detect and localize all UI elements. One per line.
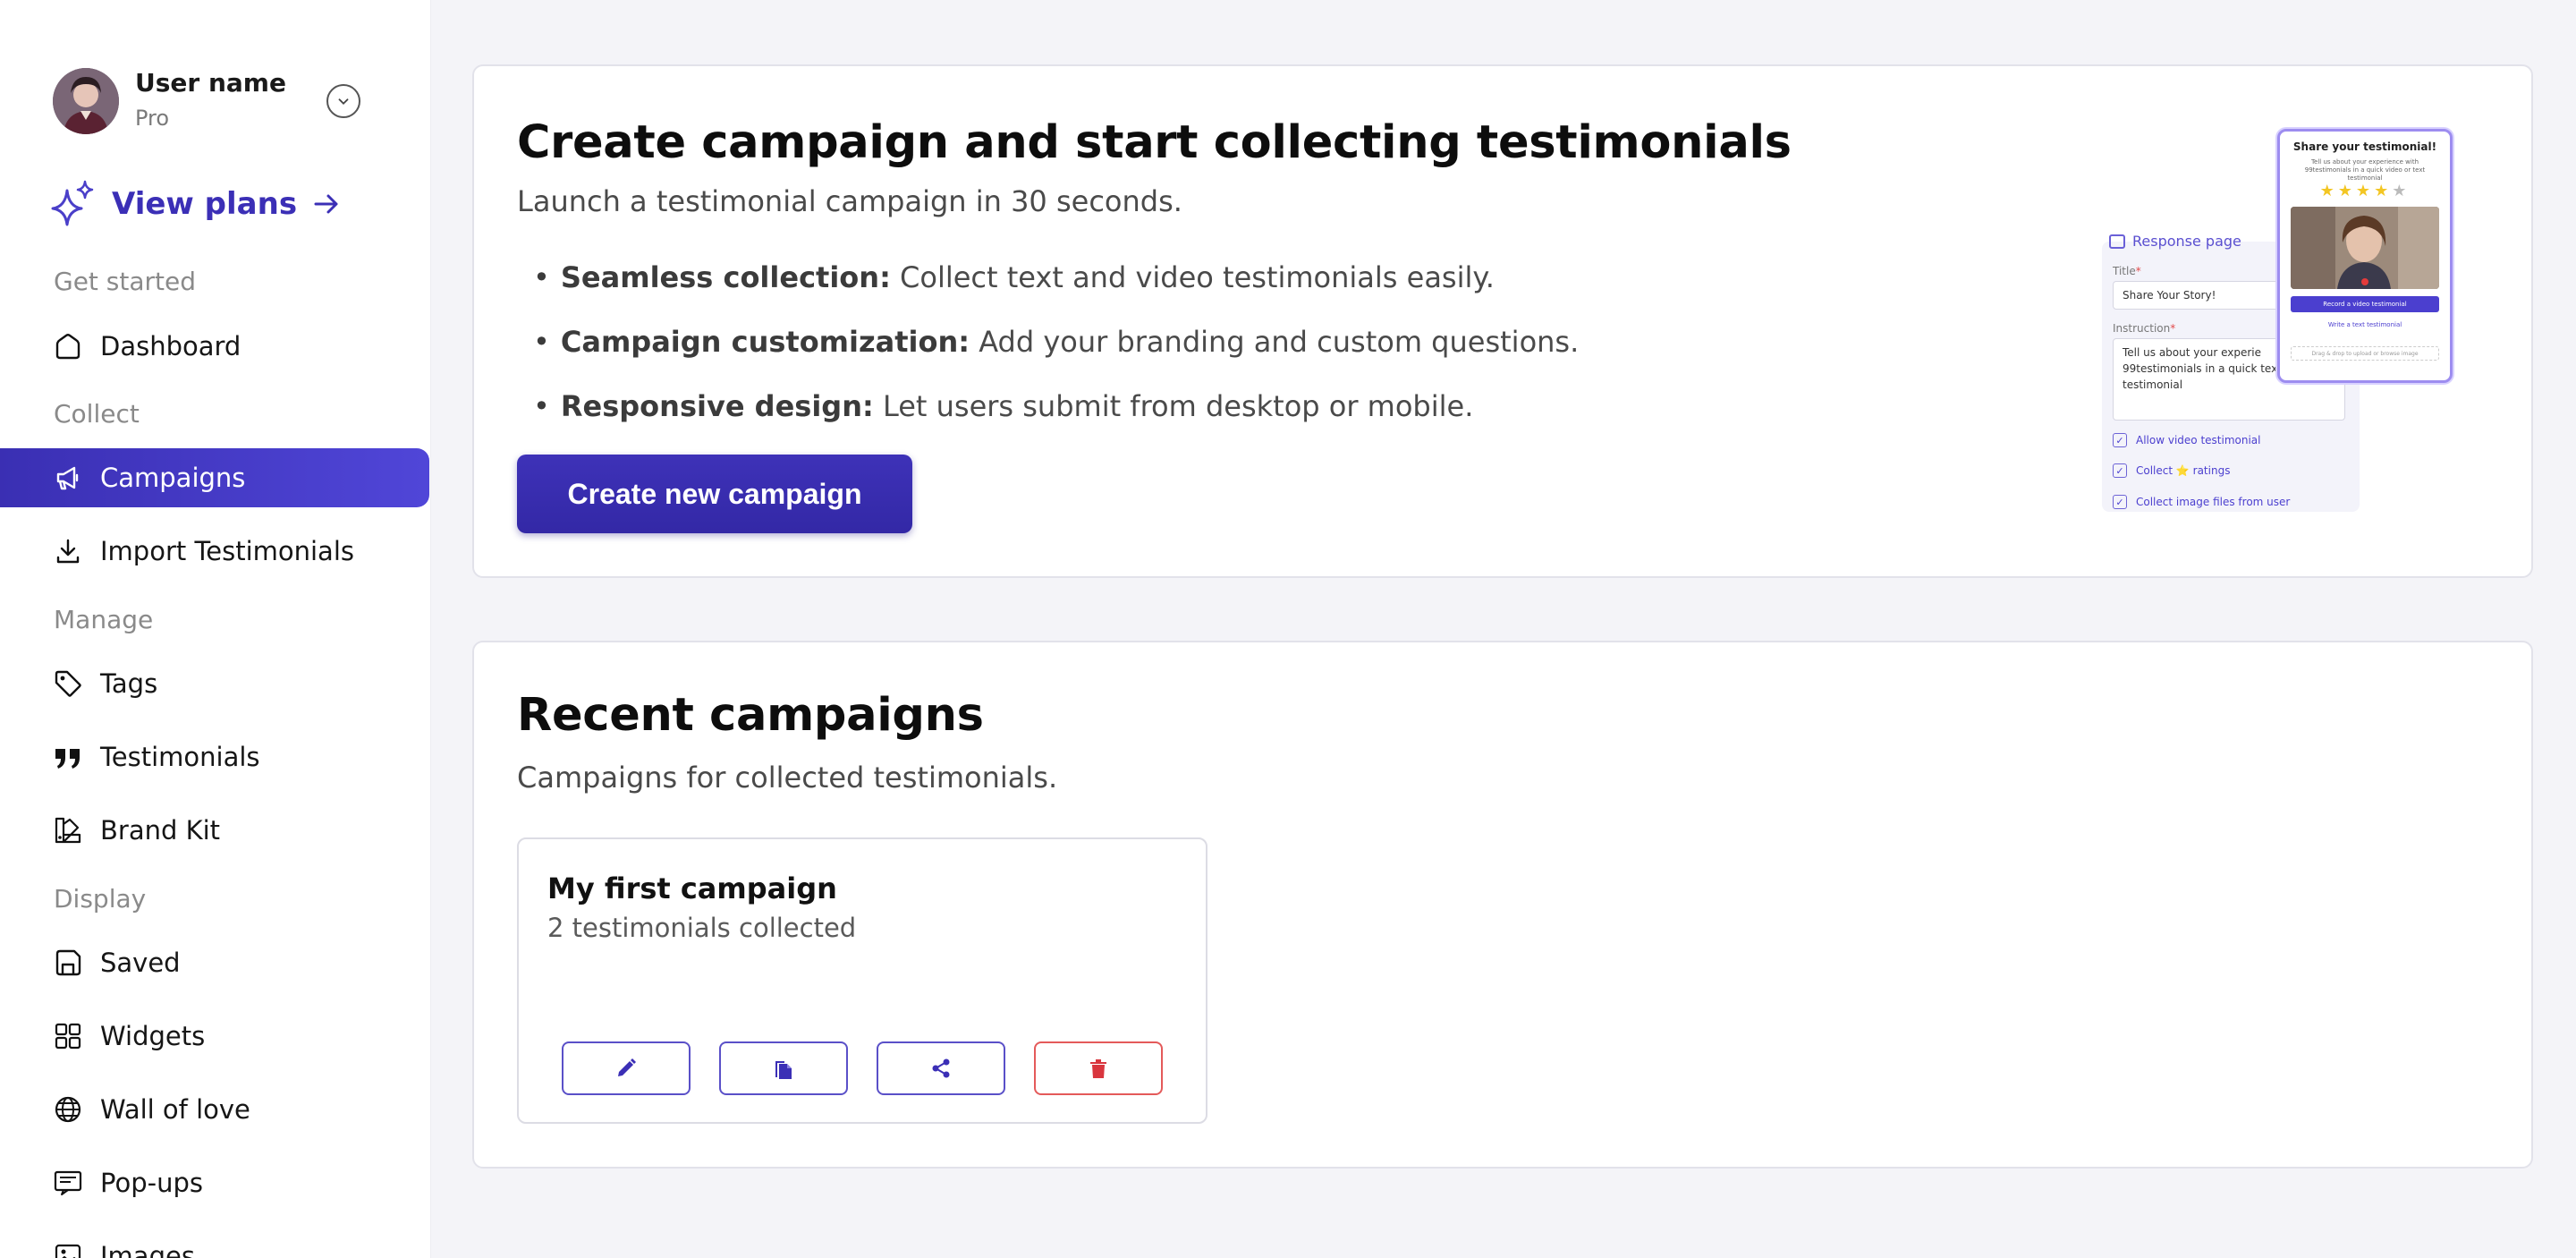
video-thumbnail xyxy=(2291,207,2439,289)
section-label-collect: Collect xyxy=(54,399,140,429)
user-profile[interactable]: User name Pro xyxy=(53,68,366,136)
title-label: Title* xyxy=(2113,265,2141,277)
sidebar-item-campaigns[interactable]: Campaigns xyxy=(0,448,429,507)
edit-campaign-button[interactable] xyxy=(562,1041,691,1095)
sidebar: User name Pro View plans Get started Das… xyxy=(0,0,431,1258)
popup-icon xyxy=(52,1167,84,1199)
sidebar-item-label: Tags xyxy=(100,668,158,699)
star-rating: ★★★★★ xyxy=(2280,182,2450,200)
star-filled-icon: ★ xyxy=(2337,182,2356,200)
user-name: User name xyxy=(135,68,286,98)
write-text-link: Write a text testimonial xyxy=(2327,321,2402,328)
widgets-icon xyxy=(52,1020,84,1052)
sidebar-item-brand-kit[interactable]: Brand Kit xyxy=(0,801,429,860)
sidebar-item-label: Saved xyxy=(100,948,181,978)
check-allow-video: ✓ Allow video testimonial xyxy=(2113,433,2260,447)
create-new-campaign-button[interactable]: Create new campaign xyxy=(517,455,912,533)
sidebar-item-label: Dashboard xyxy=(100,331,242,361)
feature-item: • Seamless collection: Collect text and v… xyxy=(533,260,1495,294)
star-empty-icon: ★ xyxy=(2392,182,2411,200)
user-plan: Pro xyxy=(135,106,170,131)
quote-icon xyxy=(52,741,84,773)
sidebar-item-label: Pop-ups xyxy=(100,1168,203,1198)
share-icon xyxy=(932,1058,950,1078)
download-icon xyxy=(52,535,84,567)
sidebar-item-testimonials[interactable]: Testimonials xyxy=(0,727,429,786)
response-page-header: Response page xyxy=(2109,233,2241,250)
brand-kit-icon xyxy=(52,814,84,846)
record-video-button: Record a video testimonial xyxy=(2291,296,2439,312)
globe-icon xyxy=(52,1093,84,1126)
feature-item: • Campaign customization: Add your brandi… xyxy=(533,325,1580,359)
campaign-name: My first campaign xyxy=(547,871,837,905)
recent-campaigns-subtitle: Campaigns for collected testimonials. xyxy=(517,761,1058,795)
avatar xyxy=(53,68,119,134)
campaign-testimonial-count: 2 testimonials collected xyxy=(547,913,857,943)
section-label-manage: Manage xyxy=(54,605,154,634)
create-campaign-card: Create campaign and start collecting tes… xyxy=(472,64,2533,578)
star-filled-icon: ★ xyxy=(2374,182,2393,200)
copy-icon xyxy=(775,1061,792,1079)
sidebar-item-images[interactable]: Images xyxy=(0,1227,429,1258)
share-campaign-button[interactable] xyxy=(877,1041,1005,1095)
sidebar-item-import-testimonials[interactable]: Import Testimonials xyxy=(0,522,429,581)
sidebar-item-label: Import Testimonials xyxy=(100,536,354,566)
check-collect-images: ✓ Collect image files from user xyxy=(2113,495,2290,509)
recent-campaigns-title: Recent campaigns xyxy=(517,689,984,742)
feature-list: • Seamless collection: Collect text and v… xyxy=(533,245,1579,438)
check-collect-ratings: ✓ Collect ⭐ ratings xyxy=(2113,463,2230,478)
sidebar-item-label: Images xyxy=(100,1241,195,1258)
sidebar-item-tags[interactable]: Tags xyxy=(0,654,429,713)
saved-icon xyxy=(52,947,84,979)
feature-item: • Responsive design: Let users submit fro… xyxy=(533,389,1474,423)
sidebar-item-widgets[interactable]: Widgets xyxy=(0,1007,429,1066)
trash-icon xyxy=(1090,1059,1106,1078)
recent-campaigns-card: Recent campaigns Campaigns for collected… xyxy=(472,641,2533,1169)
sidebar-item-dashboard[interactable]: Dashboard xyxy=(0,317,429,376)
sidebar-item-label: Campaigns xyxy=(100,463,246,493)
hero-subtitle: Launch a testimonial campaign in 30 seco… xyxy=(517,184,1182,218)
sidebar-item-label: Widgets xyxy=(100,1021,206,1051)
sidebar-item-label: Testimonials xyxy=(100,742,260,772)
message-icon xyxy=(2109,234,2125,249)
sidebar-item-label: Brand Kit xyxy=(100,815,221,846)
page-title: Create campaign and start collecting tes… xyxy=(517,116,1792,169)
duplicate-campaign-button[interactable] xyxy=(719,1041,848,1095)
tag-icon xyxy=(52,667,84,700)
instruction-label: Instruction* xyxy=(2113,322,2176,335)
pencil-icon xyxy=(618,1058,636,1076)
mobile-preview-title: Share your testimonial! xyxy=(2292,140,2437,153)
sidebar-item-wall-of-love[interactable]: Wall of love xyxy=(0,1080,429,1139)
image-icon xyxy=(52,1240,84,1258)
mobile-preview: Share your testimonial! Tell us about yo… xyxy=(2277,129,2453,383)
sidebar-item-saved[interactable]: Saved xyxy=(0,933,429,992)
mobile-preview-description: Tell us about your experience with 99tes… xyxy=(2304,158,2426,182)
campaign-card[interactable]: My first campaign 2 testimonials collect… xyxy=(517,837,1208,1124)
view-plans-label: View plans xyxy=(112,186,298,222)
image-dropzone: Drag & drop to upload or browse image xyxy=(2291,346,2439,361)
section-label-get-started: Get started xyxy=(54,267,197,296)
home-icon xyxy=(52,330,84,362)
megaphone-icon xyxy=(52,462,84,494)
arrow-right-icon xyxy=(314,194,338,214)
sparkle-icon xyxy=(51,180,94,226)
sidebar-item-label: Wall of love xyxy=(100,1094,250,1125)
star-filled-icon: ★ xyxy=(2319,182,2338,200)
campaign-preview-illustration: Response page Title* Share Your Story! I… xyxy=(2102,129,2460,540)
title-field: Share Your Story! xyxy=(2113,281,2283,310)
star-filled-icon: ★ xyxy=(2355,182,2375,200)
view-plans-link[interactable]: View plans xyxy=(49,177,342,231)
chevron-down-icon[interactable] xyxy=(326,84,360,118)
delete-campaign-button[interactable] xyxy=(1034,1041,1163,1095)
sidebar-item-pop-ups[interactable]: Pop-ups xyxy=(0,1153,429,1212)
section-label-display: Display xyxy=(54,884,147,914)
